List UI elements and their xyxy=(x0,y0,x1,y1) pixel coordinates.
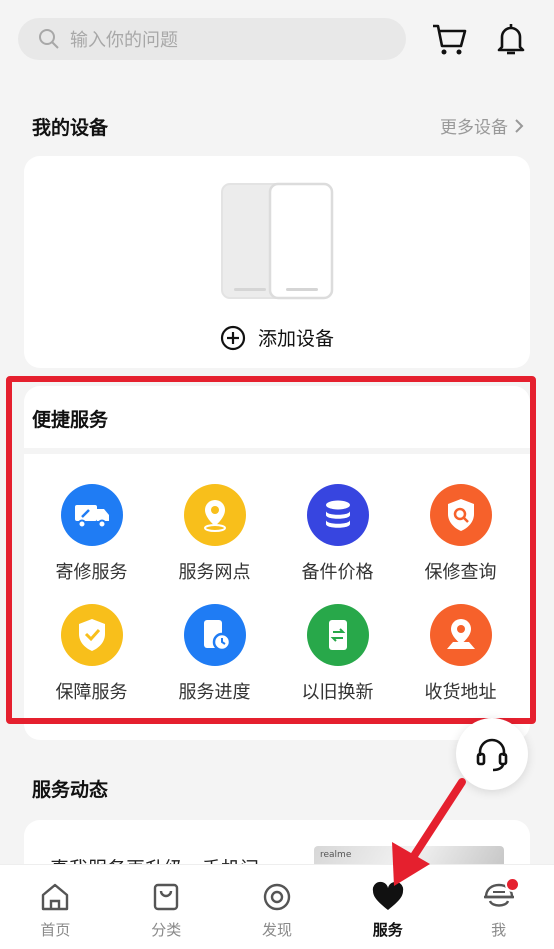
tab-service[interactable]: 服务 xyxy=(332,865,443,949)
customer-service-button[interactable] xyxy=(456,718,528,790)
tab-me[interactable]: 我 xyxy=(443,865,554,949)
device-card: 添加设备 xyxy=(24,156,530,368)
highlight-box xyxy=(6,376,536,724)
headset-icon xyxy=(476,738,508,772)
cart-icon[interactable] xyxy=(430,20,468,62)
more-devices-label: 更多设备 xyxy=(440,118,508,138)
notification-dot xyxy=(505,877,521,892)
add-circle-icon xyxy=(220,325,246,350)
add-device-label: 添加设备 xyxy=(257,328,334,350)
heart-icon xyxy=(372,881,403,910)
tab-label: 服务 xyxy=(372,921,403,939)
tab-label: 分类 xyxy=(151,921,182,939)
phone-placeholder-icon xyxy=(221,182,334,300)
my-devices-title: 我的设备 xyxy=(32,117,109,139)
add-device-button[interactable]: 添加设备 xyxy=(24,324,530,351)
search-icon xyxy=(39,29,59,49)
tab-discover[interactable]: 发现 xyxy=(222,865,333,949)
tab-label: 首页 xyxy=(40,921,71,939)
search-bar[interactable]: 输入你的问题 xyxy=(18,18,406,60)
bag-icon xyxy=(153,883,179,911)
bottom-tabbar: 首页 分类 发现 服务 我 xyxy=(0,864,554,949)
search-placeholder: 输入你的问题 xyxy=(70,30,178,51)
home-icon xyxy=(42,883,69,911)
tab-label: 我 xyxy=(491,921,507,939)
chevron-right-icon xyxy=(515,118,524,133)
tab-home[interactable]: 首页 xyxy=(0,865,111,949)
discover-icon xyxy=(263,883,291,911)
service-news-title: 服务动态 xyxy=(32,779,109,801)
bell-icon[interactable] xyxy=(492,20,530,62)
news-image-brand: realme xyxy=(320,850,352,860)
tab-category[interactable]: 分类 xyxy=(111,865,222,949)
more-devices-link[interactable]: 更多设备 xyxy=(440,113,524,138)
tab-label: 发现 xyxy=(261,921,292,939)
